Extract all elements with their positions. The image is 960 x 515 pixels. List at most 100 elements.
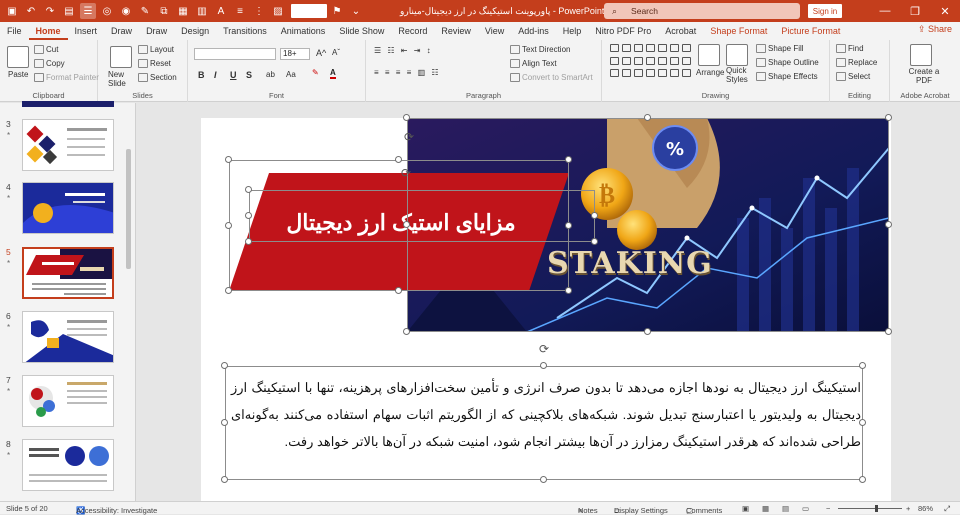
resize-handle[interactable] bbox=[885, 114, 892, 121]
tab-home[interactable]: Home bbox=[28, 22, 68, 40]
eye-icon[interactable]: ◉ bbox=[118, 3, 134, 19]
shapes-gallery[interactable] bbox=[610, 44, 691, 80]
tab-file[interactable]: File bbox=[0, 22, 29, 40]
create-pdf-icon[interactable] bbox=[910, 44, 932, 66]
thumbnail-row[interactable]: 5 * bbox=[0, 247, 124, 303]
select-button[interactable]: Select bbox=[836, 72, 870, 82]
resize-handle[interactable] bbox=[885, 328, 892, 335]
bullet-icon[interactable]: ≡ bbox=[232, 3, 248, 19]
resize-handle[interactable] bbox=[395, 287, 402, 294]
italic-button[interactable]: I bbox=[214, 70, 217, 80]
reading-view-icon[interactable]: ▤ bbox=[782, 504, 789, 513]
tab-picture-format[interactable]: Picture Format bbox=[774, 22, 847, 40]
bring-forward-icon[interactable]: ⧉ bbox=[156, 3, 172, 19]
shrink-font-icon[interactable]: Aˇ bbox=[332, 48, 340, 57]
number-icon[interactable]: ⋮ bbox=[251, 3, 267, 19]
resize-handle[interactable] bbox=[403, 328, 410, 335]
sign-in-button[interactable]: Sign in bbox=[808, 4, 842, 18]
slide-thumbnail-6[interactable] bbox=[22, 311, 114, 363]
resize-handle[interactable] bbox=[221, 476, 228, 483]
rotate-handle-icon[interactable]: ⟳ bbox=[404, 130, 414, 144]
slideshow-view-icon[interactable]: ▭ bbox=[802, 504, 809, 513]
normal-view-icon[interactable]: ▣ bbox=[742, 504, 749, 513]
resize-handle[interactable] bbox=[565, 287, 572, 294]
zoom-in-icon[interactable]: + bbox=[906, 504, 910, 513]
slide-thumbnail-8[interactable] bbox=[22, 439, 114, 491]
resize-handle[interactable] bbox=[403, 114, 410, 121]
tab-shape-format[interactable]: Shape Format bbox=[703, 22, 774, 40]
resize-handle[interactable] bbox=[644, 328, 651, 335]
create-pdf-button[interactable]: Create a PDF bbox=[906, 67, 942, 85]
reset-button[interactable]: Reset bbox=[138, 59, 171, 69]
undo-icon[interactable]: ↶ bbox=[23, 3, 39, 19]
align-icon[interactable]: ▥ bbox=[194, 3, 210, 19]
tab-review[interactable]: Review bbox=[434, 22, 478, 40]
zoom-out-icon[interactable]: − bbox=[826, 504, 830, 513]
resize-handle[interactable] bbox=[225, 156, 232, 163]
resize-handle[interactable] bbox=[565, 156, 572, 163]
font-color-icon[interactable]: A bbox=[330, 68, 336, 79]
format-painter-button[interactable]: Format Painter bbox=[34, 73, 99, 83]
text-direction-button[interactable]: Text Direction bbox=[510, 45, 570, 55]
current-slide[interactable]: % ₿ مزایای استیک ارز دیجیتال STAKING ⟳ ⟳… bbox=[201, 114, 892, 501]
layout-button[interactable]: Layout bbox=[138, 45, 174, 55]
present-icon[interactable]: ▤ bbox=[61, 3, 77, 19]
resize-handle[interactable] bbox=[591, 238, 598, 245]
tab-insert[interactable]: Insert bbox=[68, 22, 105, 40]
grid-icon[interactable]: ▦ bbox=[175, 3, 191, 19]
minimize-icon[interactable]: — bbox=[870, 0, 900, 22]
bold-button[interactable]: B bbox=[198, 70, 205, 80]
tab-draw-2[interactable]: Draw bbox=[139, 22, 174, 40]
zoom-slider[interactable] bbox=[838, 508, 902, 509]
resize-handle[interactable] bbox=[644, 114, 651, 121]
tab-view[interactable]: View bbox=[478, 22, 511, 40]
zoom-slider-thumb[interactable] bbox=[875, 505, 878, 512]
resize-handle[interactable] bbox=[221, 419, 228, 426]
slide-thumbnail-7[interactable] bbox=[22, 375, 114, 427]
sorter-view-icon[interactable]: ▦ bbox=[762, 504, 769, 513]
underline-button[interactable]: U bbox=[230, 70, 237, 80]
font-size-combo[interactable]: 18+ bbox=[280, 48, 310, 60]
font-name-combo[interactable] bbox=[194, 48, 276, 60]
paste-icon[interactable] bbox=[7, 46, 29, 68]
list-icons[interactable]: ☰ ☷ ⇤ ⇥ ↕ bbox=[374, 46, 433, 55]
shape-outline-button[interactable]: Shape Outline bbox=[756, 58, 819, 68]
text-icon[interactable]: A bbox=[213, 3, 229, 19]
rotate-handle-icon[interactable]: ⟳ bbox=[539, 342, 549, 356]
tab-record[interactable]: Record bbox=[391, 22, 434, 40]
thumbnail-partial[interactable] bbox=[22, 101, 114, 107]
align-icons[interactable]: ≡ ≡ ≡ ≡ ▥ ☷ bbox=[374, 68, 441, 77]
lasso-icon[interactable]: ✎ bbox=[137, 3, 153, 19]
tab-help[interactable]: Help bbox=[556, 22, 589, 40]
align-text-button[interactable]: Align Text bbox=[510, 59, 557, 69]
tab-acrobat[interactable]: Acrobat bbox=[658, 22, 703, 40]
spacing-icon[interactable]: ab bbox=[266, 70, 275, 79]
tab-transitions[interactable]: Transitions bbox=[216, 22, 274, 40]
resize-handle[interactable] bbox=[859, 362, 866, 369]
quick-styles-icon[interactable] bbox=[726, 44, 748, 66]
cut-button[interactable]: Cut bbox=[34, 45, 58, 55]
tab-draw[interactable]: Draw bbox=[104, 22, 139, 40]
image-icon[interactable]: ▨ bbox=[270, 3, 286, 19]
shadow-button[interactable]: S bbox=[246, 70, 252, 80]
tab-nitro[interactable]: Nitro PDF Pro bbox=[588, 22, 658, 40]
slide-thumbnail-4[interactable] bbox=[22, 182, 114, 234]
resize-handle[interactable] bbox=[395, 156, 402, 163]
thumbnail-row[interactable]: 7 * bbox=[0, 375, 124, 431]
layout-icon[interactable]: ☰ bbox=[80, 3, 96, 19]
redo-icon[interactable]: ↷ bbox=[42, 3, 58, 19]
resize-handle[interactable] bbox=[221, 362, 228, 369]
thumbnail-row[interactable]: 4 * bbox=[0, 182, 124, 238]
arrange-icon[interactable] bbox=[698, 44, 720, 66]
resize-handle[interactable] bbox=[225, 287, 232, 294]
flag-icon[interactable]: ⚑ bbox=[329, 3, 345, 19]
shape-effects-button[interactable]: Shape Effects bbox=[756, 72, 818, 82]
resize-handle[interactable] bbox=[885, 221, 892, 228]
paste-button[interactable]: Paste bbox=[8, 70, 28, 79]
zoom-level[interactable]: 86% bbox=[918, 504, 933, 513]
font-combo[interactable] bbox=[291, 4, 327, 18]
search-box[interactable]: ⌕ Search bbox=[604, 3, 800, 19]
copy-button[interactable]: Copy bbox=[34, 59, 65, 69]
slide-thumbnail-5-selected[interactable] bbox=[22, 247, 114, 299]
customize-icon[interactable]: ⌄ bbox=[348, 3, 364, 19]
